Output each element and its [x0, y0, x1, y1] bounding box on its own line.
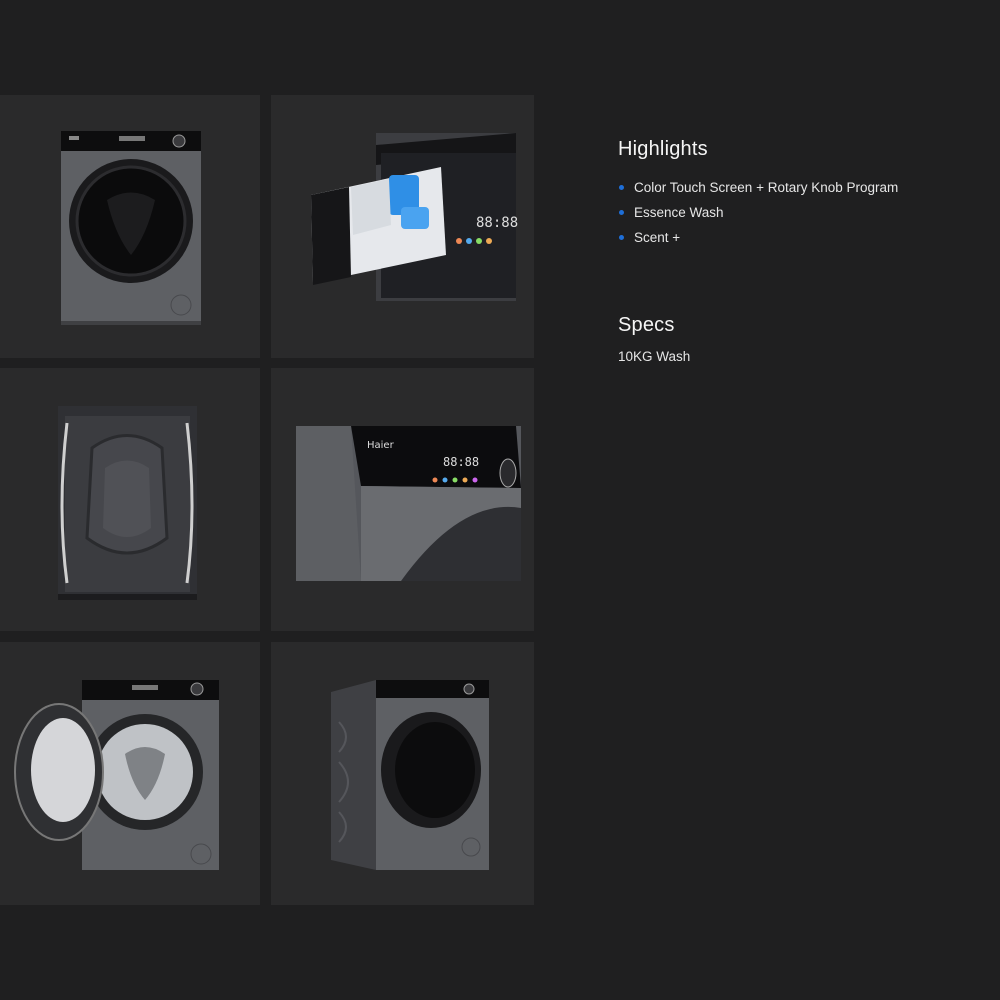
gallery-image-back[interactable]	[0, 368, 260, 631]
svg-text:88:88: 88:88	[443, 455, 479, 469]
highlight-text: Color Touch Screen + Rotary Knob Program	[634, 180, 899, 195]
washer-side-view-icon	[331, 680, 489, 870]
specs-title: Specs	[618, 314, 675, 336]
gallery-image-drawer[interactable]: 88:88	[271, 95, 534, 358]
detergent-drawer-closeup-icon: 88:88	[311, 133, 518, 301]
highlight-text: Scent +	[634, 230, 681, 245]
gallery-image-door-open[interactable]	[0, 642, 260, 905]
washer-front-view-icon	[61, 131, 201, 325]
bullet-dot-icon	[619, 235, 624, 240]
list-item: Scent +	[618, 225, 978, 250]
list-item: Color Touch Screen + Rotary Knob Program	[618, 175, 978, 200]
bullet-dot-icon	[619, 210, 624, 215]
gallery-image-control-panel[interactable]: Haier 88:88	[271, 368, 534, 631]
gallery-image-side[interactable]	[271, 642, 534, 905]
highlights-list: Color Touch Screen + Rotary Knob Program…	[618, 175, 978, 250]
svg-text:88:88: 88:88	[476, 215, 518, 231]
highlights-title: Highlights	[618, 138, 708, 160]
bullet-dot-icon	[619, 185, 624, 190]
specs-text: 10KG Wash	[618, 349, 691, 364]
specs-section: Specs 10KG Wash	[618, 314, 978, 364]
highlight-text: Essence Wash	[634, 205, 724, 220]
product-page: 88:88 Haier 88:88 Highlights Color Touch…	[0, 0, 1000, 1000]
list-item: Essence Wash	[618, 200, 978, 225]
product-info: Highlights Color Touch Screen + Rotary K…	[618, 138, 978, 364]
gallery-image-front[interactable]	[0, 95, 260, 358]
washer-back-view-icon	[58, 406, 197, 600]
svg-text:Haier: Haier	[367, 440, 395, 451]
highlights-section: Highlights Color Touch Screen + Rotary K…	[618, 138, 978, 250]
washer-door-open-icon	[14, 680, 219, 870]
control-panel-closeup-icon: Haier 88:88	[296, 426, 521, 581]
